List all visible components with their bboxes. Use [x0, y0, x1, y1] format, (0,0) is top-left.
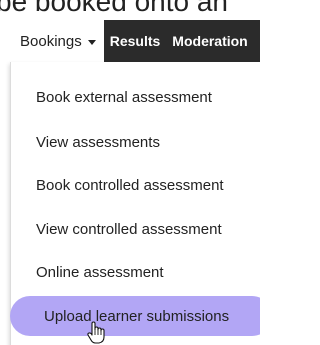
hand-pointer-icon	[87, 321, 105, 344]
menu-item-online-assessment[interactable]: Online assessment	[11, 252, 260, 292]
page: be booked onto an Bookings Results Moder…	[0, 0, 260, 345]
caret-down-icon	[87, 39, 96, 45]
bookings-dropdown-menu: Book external assessment View assessment…	[10, 62, 260, 345]
nav-bookings-label: Bookings	[20, 32, 82, 50]
menu-item-upload-learner-submissions[interactable]: Upload learner submissions	[10, 296, 260, 336]
nav-moderation[interactable]: Moderation	[166, 20, 253, 62]
top-navbar: Bookings Results Moderation	[10, 20, 260, 62]
nav-bookings[interactable]: Bookings	[10, 20, 104, 62]
background-heading-fragment: be booked onto an	[0, 0, 228, 17]
menu-item-view-assessments[interactable]: View assessments	[11, 122, 260, 162]
menu-item-book-controlled-assessment[interactable]: Book controlled assessment	[11, 165, 260, 205]
nav-results[interactable]: Results	[104, 20, 167, 62]
menu-item-view-controlled-assessment[interactable]: View controlled assessment	[11, 209, 260, 249]
menu-item-book-external-assessment[interactable]: Book external assessment	[11, 77, 260, 117]
